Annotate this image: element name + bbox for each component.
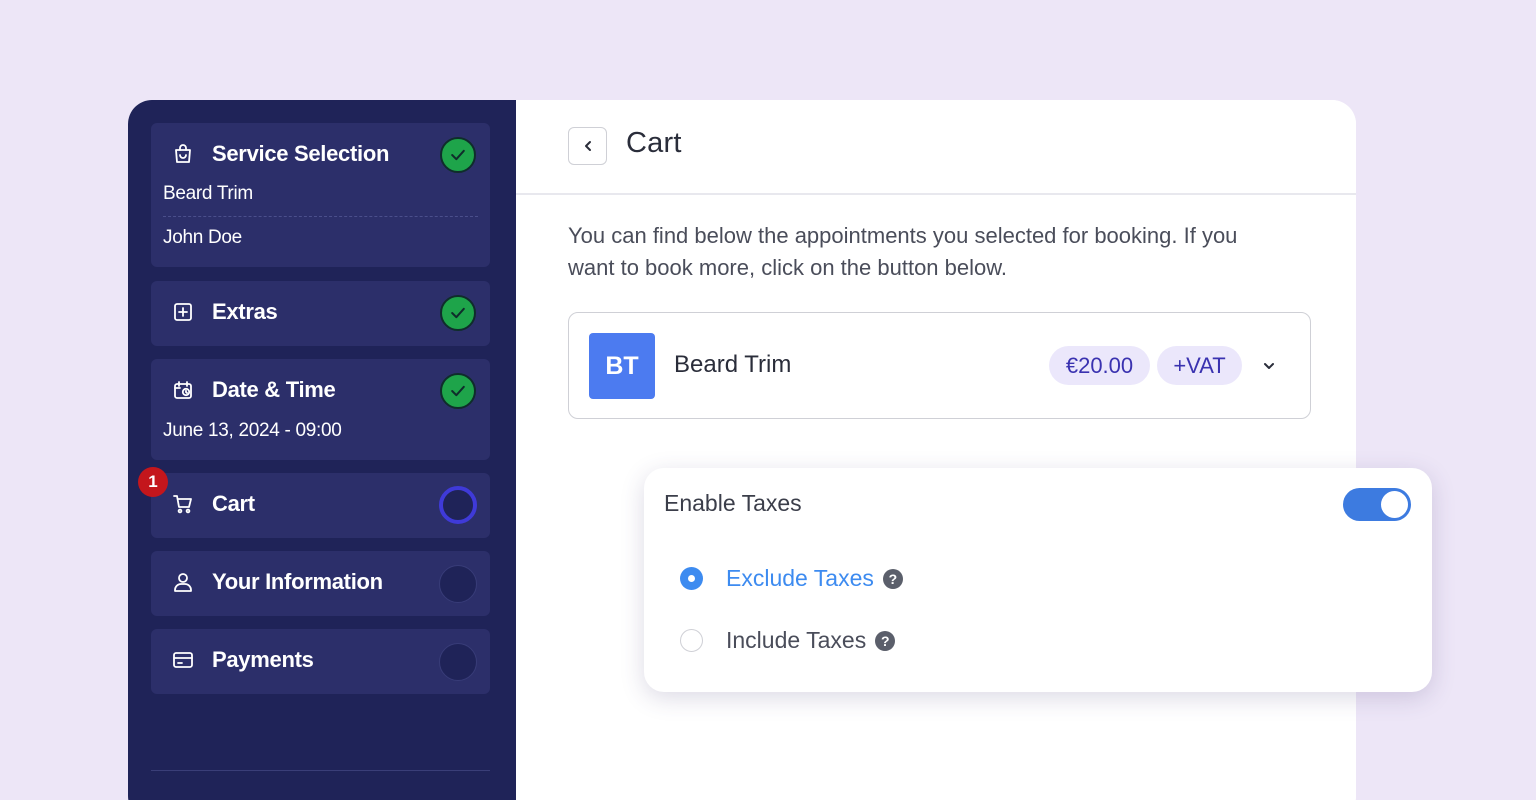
cart-panel: Cart You can find below the appointments… bbox=[516, 100, 1356, 800]
exclude-taxes-option[interactable]: Exclude Taxes ? bbox=[680, 565, 903, 592]
include-taxes-radio[interactable] bbox=[680, 629, 703, 652]
step-status-pending bbox=[439, 643, 477, 681]
step-status-current bbox=[439, 486, 477, 524]
user-icon bbox=[171, 570, 195, 594]
cart-count-badge: 1 bbox=[138, 467, 168, 497]
step-status-completed bbox=[440, 137, 476, 173]
back-button[interactable] bbox=[568, 127, 607, 165]
vat-pill: +VAT bbox=[1157, 346, 1242, 385]
enable-taxes-label: Enable Taxes bbox=[664, 490, 802, 516]
sidebar-step-your-information[interactable]: Your Information bbox=[151, 551, 490, 616]
sidebar-step-extras[interactable]: Extras bbox=[151, 281, 490, 346]
step-title: Cart bbox=[212, 491, 255, 516]
cart-icon bbox=[171, 492, 195, 516]
toggle-knob bbox=[1381, 491, 1408, 518]
tax-settings-card: Enable Taxes Exclude Taxes ? Include Tax… bbox=[644, 468, 1432, 692]
sidebar-divider bbox=[151, 770, 490, 771]
step-divider bbox=[163, 216, 478, 217]
chevron-down-icon[interactable] bbox=[1261, 358, 1277, 374]
credit-card-icon bbox=[171, 648, 195, 672]
check-icon bbox=[451, 385, 465, 397]
enable-taxes-toggle[interactable] bbox=[1343, 488, 1411, 521]
step-status-pending bbox=[439, 565, 477, 603]
sidebar-step-date-time[interactable]: Date & Time June 13, 2024 - 09:00 bbox=[151, 359, 490, 460]
sidebar-step-cart[interactable]: Cart bbox=[151, 473, 490, 538]
check-icon bbox=[451, 307, 465, 319]
step-status-completed bbox=[440, 373, 476, 409]
check-icon bbox=[451, 149, 465, 161]
page-title: Cart bbox=[626, 127, 682, 159]
step-title: Your Information bbox=[212, 569, 383, 594]
sidebar-step-service-selection[interactable]: Service Selection Beard Trim John Doe bbox=[151, 123, 490, 267]
step-title: Date & Time bbox=[212, 377, 336, 402]
step-title: Payments bbox=[212, 647, 314, 672]
shopping-bag-icon bbox=[171, 142, 195, 166]
help-icon[interactable]: ? bbox=[875, 630, 896, 651]
include-taxes-label: Include Taxes bbox=[726, 627, 867, 653]
service-name: Beard Trim bbox=[674, 351, 792, 378]
cart-intro-text: You can find below the appointments you … bbox=[568, 223, 1238, 280]
step-title: Service Selection bbox=[212, 141, 390, 166]
step-title: Extras bbox=[212, 299, 278, 324]
step-detail-service: Beard Trim bbox=[163, 183, 253, 204]
step-detail-datetime: June 13, 2024 - 09:00 bbox=[163, 420, 342, 441]
help-icon[interactable]: ? bbox=[882, 568, 903, 589]
panel-header: Cart bbox=[516, 100, 1356, 195]
include-taxes-option[interactable]: Include Taxes ? bbox=[680, 627, 896, 654]
cart-item[interactable]: BT Beard Trim €20.00 +VAT bbox=[568, 312, 1311, 419]
sidebar-step-payments[interactable]: Payments bbox=[151, 629, 490, 694]
service-avatar: BT bbox=[589, 333, 655, 399]
price-pill: €20.00 bbox=[1049, 346, 1150, 385]
step-detail-employee: John Doe bbox=[163, 227, 242, 248]
exclude-taxes-radio[interactable] bbox=[680, 567, 703, 590]
plus-square-icon bbox=[171, 300, 195, 324]
exclude-taxes-label: Exclude Taxes bbox=[726, 565, 874, 591]
step-status-completed bbox=[440, 295, 476, 331]
chevron-left-icon bbox=[584, 141, 591, 151]
calendar-clock-icon bbox=[171, 378, 195, 402]
booking-widget: Service Selection Beard Trim John Doe Ex… bbox=[128, 100, 1356, 800]
step-sidebar: Service Selection Beard Trim John Doe Ex… bbox=[128, 100, 516, 800]
